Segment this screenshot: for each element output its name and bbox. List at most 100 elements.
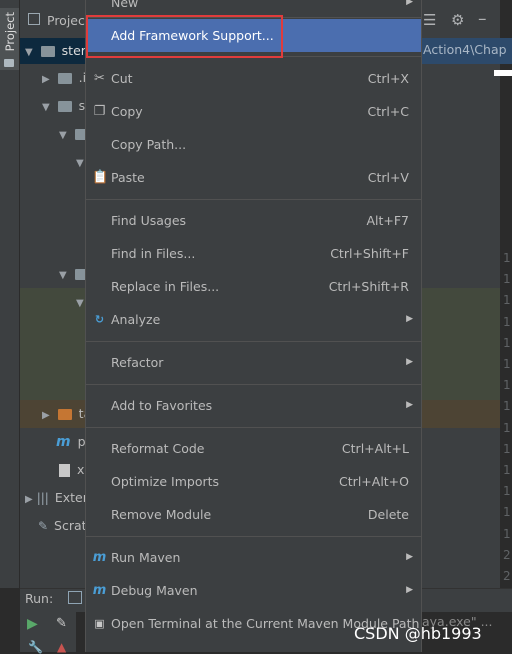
minimize-icon[interactable]: – [478,9,487,29]
menu-item-find-in-files[interactable]: Find in Files... Ctrl+Shift+F [86,237,421,270]
line-number: 1 [503,399,511,414]
chevron-down-icon: ▼ [76,158,84,169]
menu-item-label: Copy Path... [111,137,187,152]
maven-terminal-icon: ▣ [94,617,105,630]
menu-item-label: Run Maven [111,550,181,565]
folder-icon [57,409,72,420]
menu-item-run-maven[interactable]: m Run Maven ▶ [86,541,421,574]
tree-row-label: Exter [54,490,88,505]
menu-item-add-to-favorites[interactable]: Add to Favorites ▶ [86,389,421,422]
scissors-icon: ✂ [94,71,105,86]
editor-path: Action4\Chap [423,42,507,57]
line-number: 2 [503,547,511,562]
menu-item-label: Remove Module [111,507,212,522]
menu-item-label: Copy [111,104,143,119]
menu-item-shortcut: Ctrl+Shift+R [328,279,409,294]
menu-item-label: Reformat Code [111,441,205,456]
folder-icon [57,73,72,84]
project-tool-tab-label: Project [3,12,17,52]
menu-item-label: Debug Maven [111,583,198,598]
paste-icon: 📋 [92,170,109,185]
menu-item-find-usages[interactable]: Find Usages Alt+F7 [86,204,421,237]
menu-separator [86,199,421,200]
menu-separator [86,341,421,342]
menu-item-label: Find in Files... [111,246,196,261]
menu-separator [86,427,421,428]
menu-item-label: Analyze [111,312,161,327]
menu-item-shortcut: Delete [367,507,409,522]
tree-row-test-java[interactable]: ▼ [76,288,84,316]
submenu-arrow-icon: ▶ [406,585,413,595]
menu-item-replace-in-files[interactable]: Replace in Files... Ctrl+Shift+R [86,270,421,303]
line-number: 1 [503,420,511,435]
copy-icon: ❐ [93,104,106,119]
menu-item-reformat-code[interactable]: Reformat Code Ctrl+Alt+L [86,432,421,465]
menu-item-remove-module[interactable]: Remove Module Delete [86,498,421,531]
tree-row-root[interactable]: ▼ stere [25,37,93,65]
scratches-icon: ✎ [38,519,49,533]
library-icon: ||| [36,491,49,505]
line-number: 2 [503,569,511,583]
line-number: 1 [503,335,511,350]
chevron-down-icon: ▼ [76,298,84,309]
menu-item-shortcut: Ctrl+Alt+L [341,441,409,456]
folder-icon [57,101,72,112]
project-panel-title[interactable]: Projec [47,13,85,28]
folder-icon [40,46,55,57]
line-number: 1 [503,357,511,371]
menu-item-analyze[interactable]: ↻ Analyze ▶ [86,303,421,336]
context-menu: New ▶ Add Framework Support... ✂ Cut Ctr… [85,0,422,652]
line-number: 1 [503,526,511,541]
project-view-icon [28,13,40,25]
menu-item-shortcut: Ctrl+C [367,104,409,119]
edit-config-icon[interactable]: ✎ [56,616,67,631]
submenu-arrow-icon: ▶ [406,357,413,367]
line-number: 1 [503,484,511,499]
menu-item-optimize-imports[interactable]: Optimize Imports Ctrl+Alt+O [86,465,421,498]
menu-item-shortcut: Ctrl+Alt+O [339,474,409,489]
tree-row-scratches[interactable]: ✎ Scrat [38,512,87,540]
line-number: 1 [503,463,511,477]
analyze-icon: ↻ [94,313,105,326]
xml-file-icon [59,464,70,477]
menu-item-refactor[interactable]: Refactor ▶ [86,346,421,379]
menu-item-cut[interactable]: ✂ Cut Ctrl+X [86,62,421,95]
menu-item-copy-path[interactable]: Copy Path... [86,128,421,161]
tree-row-src[interactable]: ▼ sr [42,92,90,120]
menu-item-label: Cut [111,71,133,86]
maven-debug-icon: m [92,583,107,598]
menu-item-label: Paste [111,170,145,185]
tree-row-label: Scrat [54,518,87,533]
run-icon[interactable]: ▶ [27,616,38,632]
menu-item-debug-maven[interactable]: m Debug Maven ▶ [86,574,421,607]
line-number: 1 [503,505,511,520]
chevron-down-icon: ▼ [59,270,67,281]
folder-icon [4,59,14,67]
chevron-right-icon: ▶ [25,494,33,505]
menu-separator [86,536,421,537]
line-number: 1 [503,378,511,393]
menu-item-shortcut: Alt+F7 [366,213,409,228]
maven-icon: m [92,550,107,565]
menu-item-label: Refactor [111,355,164,370]
menu-item-shortcut: Ctrl+V [367,170,409,185]
line-number: 1 [503,314,511,329]
chevron-down-icon: ▼ [42,102,50,113]
run-config-icon[interactable] [68,591,82,604]
menu-item-copy[interactable]: ❐ Copy Ctrl+C [86,95,421,128]
watermark: CSDN @hb1993 [354,624,482,643]
menu-item-shortcut: Ctrl+X [367,71,409,86]
gear-icon[interactable]: ⚙ [451,11,464,29]
menu-item-label: Optimize Imports [111,474,220,489]
collapse-icon[interactable]: ☰ [423,11,436,29]
tree-row-java[interactable]: ▼ [76,148,84,176]
tree-row-external-libraries[interactable]: ▶ ||| Exter [25,484,88,512]
submenu-arrow-icon: ▶ [406,314,413,324]
submenu-arrow-icon: ▶ [406,552,413,562]
menu-item-paste[interactable]: 📋 Paste Ctrl+V [86,161,421,194]
editor-caret-marker [494,70,512,76]
menu-item-label: Find Usages [111,213,187,228]
menu-item-shortcut: Ctrl+Shift+F [330,246,409,261]
tree-row-target[interactable]: ▶ ta [42,400,91,428]
menu-item-label: Add to Favorites [111,398,213,413]
